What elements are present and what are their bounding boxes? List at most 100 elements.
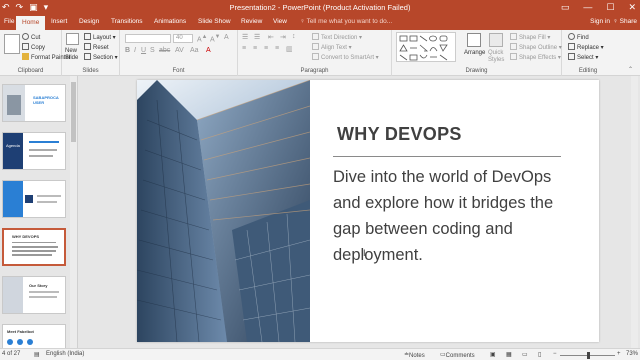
slide-thumbnail[interactable]: Our Story bbox=[2, 276, 66, 314]
clear-format-icon[interactable]: A bbox=[224, 34, 229, 41]
bold-icon[interactable]: B bbox=[125, 47, 130, 54]
scrollbar-thumb[interactable] bbox=[71, 82, 76, 142]
language-indicator[interactable]: English (India) bbox=[46, 351, 84, 357]
normal-view-icon[interactable]: ▣ bbox=[490, 351, 496, 358]
font-color-icon[interactable]: A bbox=[206, 47, 211, 54]
replace-button[interactable]: Replace ▾ bbox=[568, 43, 604, 51]
notes-button[interactable]: ≐ Notes bbox=[404, 351, 425, 359]
slide-thumbnail-selected[interactable]: WHY DEVOPS bbox=[2, 228, 66, 266]
reset-button[interactable]: Reset bbox=[84, 43, 109, 51]
find-button[interactable]: Find bbox=[568, 33, 589, 41]
zoom-slider-knob[interactable] bbox=[587, 352, 590, 359]
line-spacing-icon[interactable]: ↕ bbox=[292, 33, 296, 40]
font-group: 40 A▲ A▼ A B I U S abc AV Aa A Font bbox=[120, 30, 238, 76]
maximize-button[interactable]: ☐ bbox=[606, 2, 614, 13]
tell-me-search[interactable]: ♀ Tell me what you want to do... bbox=[300, 18, 392, 25]
bullets-icon[interactable]: ☰ bbox=[242, 33, 248, 41]
shadow-icon[interactable]: S bbox=[150, 47, 155, 54]
zoom-in-icon[interactable]: + bbox=[617, 351, 621, 357]
clipboard-label: Clipboard bbox=[17, 68, 44, 74]
tab-view[interactable]: View bbox=[273, 18, 287, 25]
section-button[interactable]: Section ▾ bbox=[84, 53, 118, 61]
shrink-font-icon[interactable]: A▼ bbox=[210, 34, 220, 43]
new-slide-icon[interactable] bbox=[66, 33, 79, 45]
zoom-level[interactable]: 73% bbox=[626, 351, 638, 357]
font-size-input[interactable]: 40 bbox=[173, 34, 193, 43]
comments-button[interactable]: ▭ Comments bbox=[440, 351, 475, 359]
tab-file[interactable]: File bbox=[4, 18, 14, 25]
tab-insert[interactable]: Insert bbox=[51, 18, 67, 25]
text-cursor-icon: I bbox=[363, 248, 366, 258]
shape-effects-button[interactable]: Shape Effects ▾ bbox=[510, 53, 561, 61]
numbering-icon[interactable]: ☰ bbox=[254, 33, 260, 41]
slide-canvas[interactable]: WHY DEVOPS Dive into the world of DevOps… bbox=[137, 80, 599, 342]
slide-thumbnail[interactable]: Meet Fabelbot bbox=[2, 324, 66, 348]
zoom-out-icon[interactable]: − bbox=[553, 351, 557, 357]
collapse-ribbon-icon[interactable]: ⌃ bbox=[628, 66, 633, 73]
spell-check-icon[interactable]: ▤ bbox=[34, 351, 40, 358]
slide-scrollbar[interactable] bbox=[631, 76, 638, 348]
grow-font-icon[interactable]: A▲ bbox=[197, 34, 207, 43]
slide-thumbnail-pane: SABAPROCA USER Agenda WHY DEVOPS Our Sto… bbox=[0, 76, 78, 348]
strikethrough-icon[interactable]: abc bbox=[159, 47, 170, 54]
align-left-icon[interactable]: ≡ bbox=[242, 45, 246, 52]
reset-icon bbox=[84, 43, 91, 50]
slide-thumbnail[interactable]: SABAPROCA USER bbox=[2, 84, 66, 122]
window-title: Presentation2 - PowerPoint (Product Acti… bbox=[229, 3, 411, 12]
slide-show-icon[interactable]: ▯ bbox=[538, 351, 541, 358]
ribbon-display-icon[interactable]: ▭ bbox=[561, 2, 570, 13]
slide-thumbnail[interactable] bbox=[2, 180, 66, 218]
arrange-icon[interactable] bbox=[467, 33, 481, 47]
tab-animations[interactable]: Animations bbox=[154, 18, 186, 25]
shape-outline-button[interactable]: Shape Outline ▾ bbox=[510, 43, 562, 51]
share-button[interactable]: ♀ Share bbox=[613, 18, 637, 25]
underline-icon[interactable]: U bbox=[141, 47, 146, 54]
paste-icon[interactable] bbox=[4, 34, 20, 54]
shapes-gallery[interactable] bbox=[396, 32, 456, 62]
tab-transitions[interactable]: Transitions bbox=[111, 18, 143, 25]
align-right-icon[interactable]: ≡ bbox=[264, 45, 268, 52]
slide-thumbnail[interactable]: Agenda bbox=[2, 132, 66, 170]
font-name-input[interactable] bbox=[125, 34, 171, 43]
shapes-gallery-icon bbox=[399, 35, 448, 61]
align-center-icon[interactable]: ≡ bbox=[253, 45, 257, 52]
quick-styles-icon[interactable] bbox=[489, 33, 503, 47]
reading-view-icon[interactable]: ▭ bbox=[522, 351, 528, 358]
tab-home[interactable]: Home bbox=[16, 16, 46, 30]
text-direction-button[interactable]: Text Direction ▾ bbox=[312, 33, 362, 41]
scissors-icon bbox=[22, 33, 29, 40]
window-controls: ▭ — ☐ ✕ bbox=[561, 2, 636, 13]
tab-slide-show[interactable]: Slide Show bbox=[198, 18, 231, 25]
tab-review[interactable]: Review bbox=[241, 18, 262, 25]
convert-smartart-button[interactable]: Convert to SmartArt ▾ bbox=[312, 53, 379, 61]
char-spacing-icon[interactable]: AV bbox=[175, 47, 184, 54]
decrease-indent-icon[interactable]: ⇤ bbox=[268, 33, 274, 41]
title-divider bbox=[333, 156, 561, 157]
slide-title[interactable]: WHY DEVOPS bbox=[337, 124, 462, 145]
new-slide-button[interactable]: New Slide bbox=[65, 48, 81, 62]
thumb-title: Agenda bbox=[6, 143, 20, 148]
ribbon-tabs: File Home Insert Design Transitions Anim… bbox=[0, 16, 640, 30]
quick-styles-button[interactable]: Quick Styles bbox=[488, 50, 506, 64]
columns-icon[interactable]: ▥ bbox=[286, 45, 293, 53]
tab-design[interactable]: Design bbox=[79, 18, 99, 25]
increase-indent-icon[interactable]: ⇥ bbox=[280, 33, 286, 41]
ribbon: Cut Copy Format Painter Clipboard New Sl… bbox=[0, 30, 640, 76]
slide-body-text[interactable]: Dive into the world of DevOps and explor… bbox=[333, 164, 573, 268]
italic-icon[interactable]: I bbox=[134, 47, 136, 54]
sign-in-link[interactable]: Sign in bbox=[590, 18, 610, 25]
change-case-icon[interactable]: Aa bbox=[190, 47, 199, 54]
arrange-button[interactable]: Arrange bbox=[464, 50, 485, 56]
drawing-label: Drawing bbox=[465, 68, 488, 74]
layout-button[interactable]: Layout ▾ bbox=[84, 33, 116, 41]
minimize-button[interactable]: — bbox=[583, 2, 592, 13]
slide-sorter-icon[interactable]: ▦ bbox=[506, 351, 512, 358]
thumbnail-scrollbar[interactable] bbox=[70, 76, 77, 348]
select-button[interactable]: Select ▾ bbox=[568, 53, 598, 61]
shape-fill-button[interactable]: Shape Fill ▾ bbox=[510, 33, 550, 41]
close-button[interactable]: ✕ bbox=[628, 2, 636, 13]
align-text-button[interactable]: Align Text ▾ bbox=[312, 43, 352, 51]
cut-button[interactable]: Cut bbox=[22, 33, 40, 41]
copy-button[interactable]: Copy bbox=[22, 43, 45, 51]
justify-icon[interactable]: ≡ bbox=[275, 45, 279, 52]
